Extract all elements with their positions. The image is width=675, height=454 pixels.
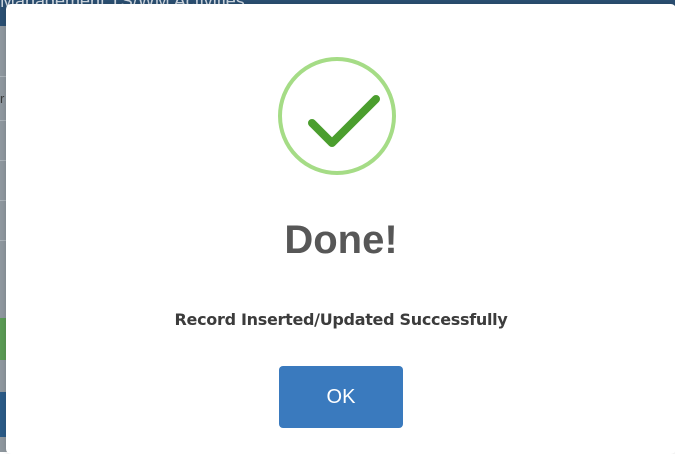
background-cell-text: r	[0, 91, 5, 106]
checkmark-icon	[278, 57, 396, 175]
dialog-title: Done!	[284, 218, 398, 262]
checkmark-icon-graphic	[308, 95, 380, 147]
dialog-message: Record Inserted/Updated Successfully	[174, 310, 508, 329]
success-dialog: Done! Record Inserted/Updated Successful…	[6, 4, 675, 454]
ok-button[interactable]: OK	[279, 366, 403, 428]
